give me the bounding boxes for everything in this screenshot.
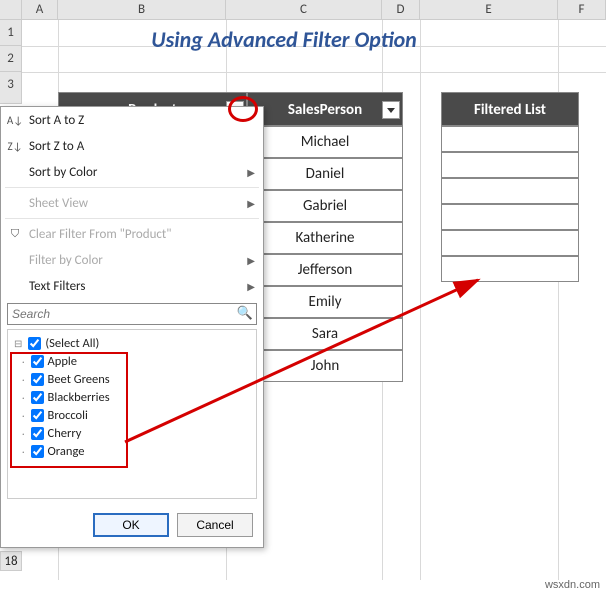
cell-filtered[interactable] xyxy=(441,204,579,230)
row-header-3[interactable]: 3 xyxy=(0,72,22,104)
item-label: Apple xyxy=(48,354,77,369)
cell-salesperson[interactable]: Michael xyxy=(247,126,403,158)
row-header-18[interactable]: 18 xyxy=(0,551,22,571)
cell-salesperson[interactable]: Jefferson xyxy=(247,254,403,286)
filter-dropdown-salesperson[interactable] xyxy=(382,101,400,119)
row-header-1[interactable]: 1 xyxy=(0,20,22,46)
menu-separator xyxy=(5,187,259,188)
cell-salesperson[interactable]: Emily xyxy=(247,286,403,318)
filter-values-tree[interactable]: ⊟(Select All) ·Apple ·Beet Greens ·Black… xyxy=(7,329,257,499)
col-header-f[interactable]: F xyxy=(558,0,606,19)
item-label: Blackberries xyxy=(48,390,110,405)
item-label: Orange xyxy=(48,444,85,459)
watermark: wsxdn.com xyxy=(545,579,600,591)
checkbox-item[interactable] xyxy=(31,409,44,422)
col-header-a[interactable]: A xyxy=(22,0,58,19)
item-label: Beet Greens xyxy=(48,372,110,387)
chevron-right-icon: ▶ xyxy=(247,280,255,293)
menu-text-filters[interactable]: Text Filters ▶ xyxy=(1,273,263,299)
col-header-d[interactable]: D xyxy=(382,0,420,19)
chevron-right-icon: ▶ xyxy=(247,197,255,210)
menu-separator xyxy=(5,218,259,219)
clear-filter-icon: ⛉ xyxy=(7,226,23,242)
sort-za-icon: Z↓ xyxy=(7,138,23,154)
header-filtered-label: Filtered List xyxy=(474,101,546,119)
ok-button[interactable]: OK xyxy=(93,513,169,537)
menu-sort-by-color[interactable]: Sort by Color ▶ xyxy=(1,159,263,185)
menu-clear-filter: ⛉ Clear Filter From "Product" xyxy=(1,221,263,247)
menu-sort-za[interactable]: Z↓ Sort Z to A xyxy=(1,133,263,159)
row-header-2[interactable]: 2 xyxy=(0,46,22,72)
cell-filtered[interactable] xyxy=(441,230,579,256)
cell-salesperson[interactable]: Katherine xyxy=(247,222,403,254)
checkbox-item[interactable] xyxy=(31,391,44,404)
menu-sort-az[interactable]: A↓ Sort A to Z xyxy=(1,107,263,133)
column-headers: A B C D E F xyxy=(0,0,606,20)
item-label: Cherry xyxy=(48,426,82,441)
checkbox-item[interactable] xyxy=(31,445,44,458)
cell-filtered[interactable] xyxy=(441,256,579,282)
sort-az-icon: A↓ xyxy=(7,112,23,128)
chevron-right-icon: ▶ xyxy=(247,254,255,267)
select-all-corner[interactable] xyxy=(0,0,22,19)
cell-salesperson[interactable]: Sara xyxy=(247,318,403,350)
filter-search-input[interactable] xyxy=(7,303,257,325)
col-header-e[interactable]: E xyxy=(420,0,558,19)
cell-salesperson[interactable]: Gabriel xyxy=(247,190,403,222)
filter-menu: A↓ Sort A to Z Z↓ Sort Z to A Sort by Co… xyxy=(0,106,264,548)
chevron-right-icon: ▶ xyxy=(247,166,255,179)
cell-filtered[interactable] xyxy=(441,178,579,204)
cell-salesperson[interactable]: Daniel xyxy=(247,158,403,190)
col-header-c[interactable]: C xyxy=(226,0,382,19)
menu-sort-az-label: Sort A to Z xyxy=(29,113,84,128)
item-label: Broccoli xyxy=(48,408,88,423)
cancel-button[interactable]: Cancel xyxy=(177,513,253,537)
checkbox-select-all[interactable] xyxy=(28,337,41,350)
menu-clear-label: Clear Filter From "Product" xyxy=(29,227,171,242)
col-header-b[interactable]: B xyxy=(58,0,226,19)
checkbox-item[interactable] xyxy=(31,427,44,440)
select-all-label: (Select All) xyxy=(45,336,99,351)
page-title: Using Advanced Filter Option xyxy=(94,26,474,53)
menu-filter-color-label: Filter by Color xyxy=(29,253,103,268)
header-filtered-list[interactable]: Filtered List xyxy=(441,92,579,126)
menu-filter-by-color: Filter by Color ▶ xyxy=(1,247,263,273)
checkbox-item[interactable] xyxy=(31,373,44,386)
header-sales-label: SalesPerson xyxy=(288,101,362,119)
menu-sort-za-label: Sort Z to A xyxy=(29,139,84,154)
checkbox-item[interactable] xyxy=(31,355,44,368)
cell-filtered[interactable] xyxy=(441,152,579,178)
menu-sheet-view-label: Sheet View xyxy=(29,196,88,211)
menu-text-filters-label: Text Filters xyxy=(29,279,85,294)
cell-filtered[interactable] xyxy=(441,126,579,152)
search-icon: 🔍 xyxy=(237,306,253,321)
menu-sort-color-label: Sort by Color xyxy=(29,165,97,180)
menu-sheet-view: Sheet View ▶ xyxy=(1,190,263,216)
cell-salesperson[interactable]: John xyxy=(247,350,403,382)
header-salesperson[interactable]: SalesPerson xyxy=(247,92,403,126)
